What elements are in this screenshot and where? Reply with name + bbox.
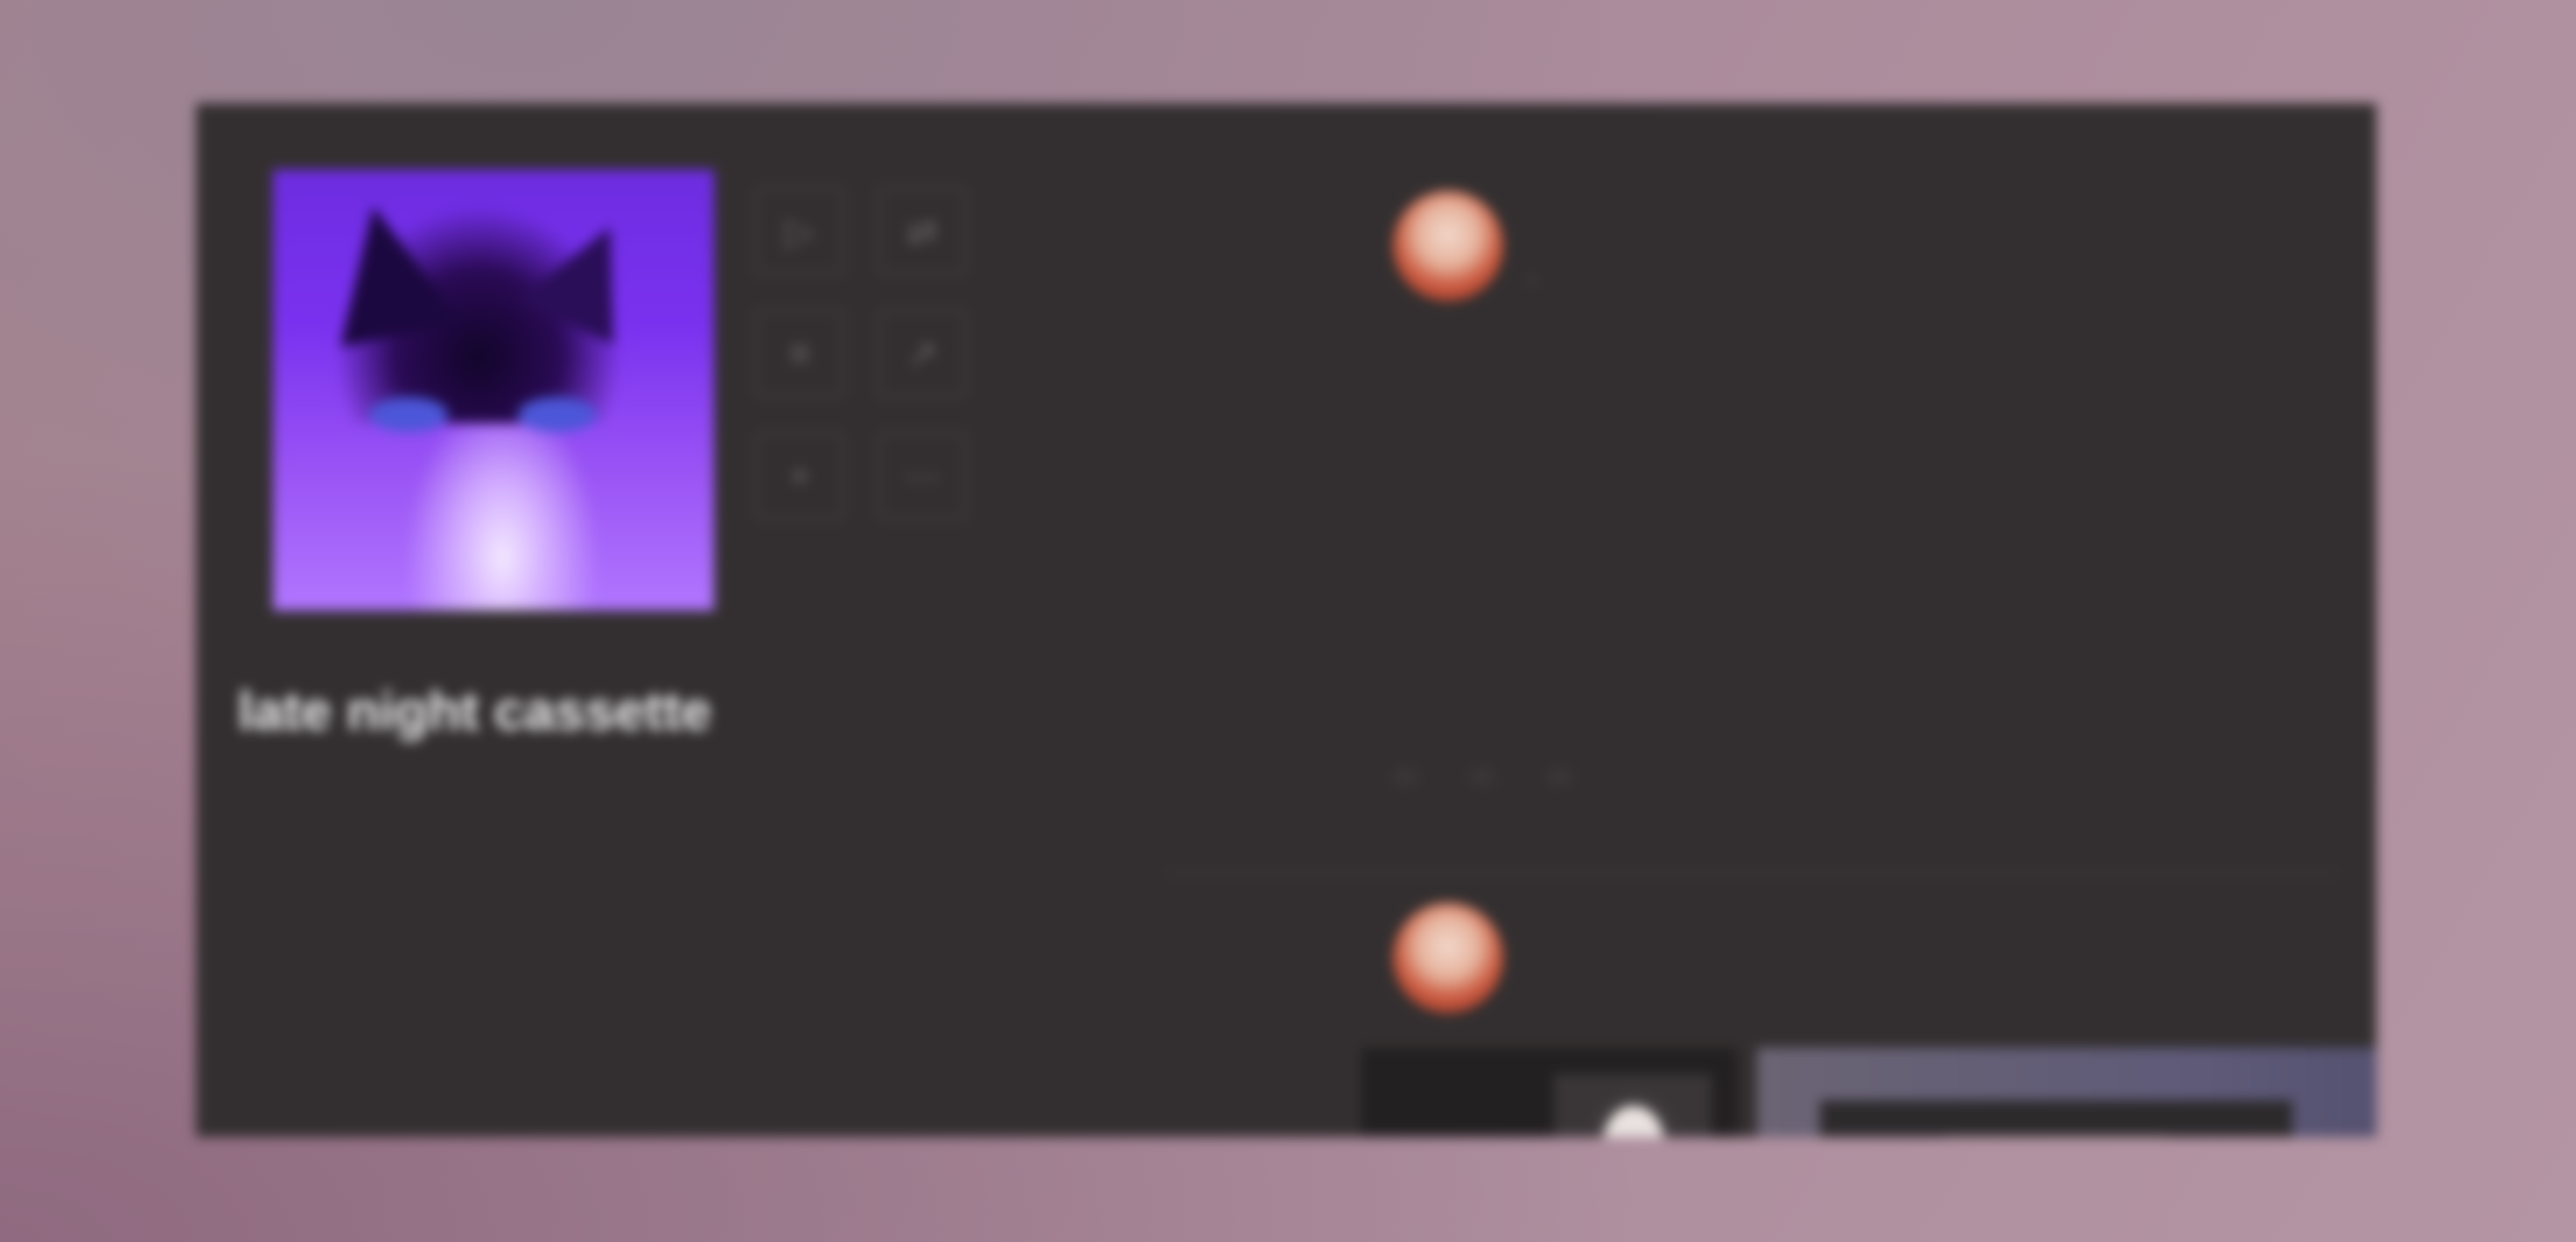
playlist-title: late night cassette [238, 681, 711, 742]
post-meta: · [1516, 262, 1550, 297]
add-icon[interactable]: + [756, 432, 844, 520]
post-media-video[interactable] [1362, 1048, 1738, 1137]
cover-art-eye-right [518, 397, 597, 432]
list-icon[interactable]: ≡ [756, 310, 844, 397]
reaction-button[interactable] [1470, 768, 1494, 785]
feed-post [1166, 873, 2376, 1137]
embedded-window [1820, 1100, 2292, 1137]
play-icon[interactable]: ▷ [756, 187, 844, 275]
main-panel: ▷ ⇄ ≡ ↗ + ⋯ late night cassette · [196, 103, 2376, 1137]
share-icon[interactable]: ↗ [878, 310, 966, 397]
window-text-line [1942, 1135, 2170, 1137]
reaction-button[interactable] [1393, 768, 1418, 785]
feed-post: · [1166, 164, 2338, 875]
reaction-bar [1393, 768, 1572, 785]
avatar[interactable] [1393, 191, 1503, 301]
separator-dot: · [1528, 262, 1538, 296]
playlist-cover-image[interactable] [273, 170, 714, 611]
reaction-button[interactable] [1547, 768, 1572, 785]
shuffle-icon[interactable]: ⇄ [878, 187, 966, 275]
playlist-actions: ▷ ⇄ ≡ ↗ + ⋯ [756, 187, 1001, 520]
more-icon[interactable]: ⋯ [878, 432, 966, 520]
cover-art-eye-left [369, 397, 448, 432]
post-stats [1393, 689, 2376, 742]
avatar[interactable] [1393, 903, 1503, 1013]
video-thumbnail [1554, 1074, 1712, 1137]
activity-feed: · [1166, 164, 2376, 1137]
post-media-screenshot[interactable] [1757, 1048, 2376, 1137]
